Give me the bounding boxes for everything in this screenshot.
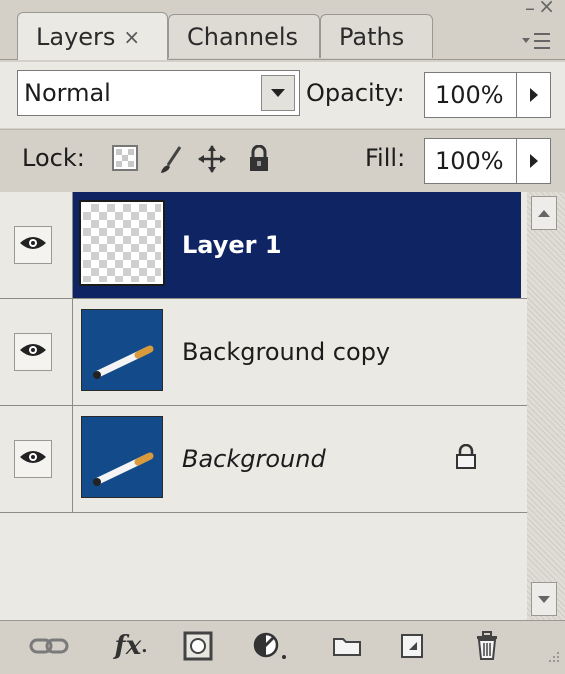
add-mask-icon[interactable] — [178, 629, 218, 663]
layer-name[interactable]: Layer 1 — [182, 192, 282, 298]
layer-content[interactable]: Layer 1 — [73, 192, 521, 298]
panel-tab-bar: Layers × Channels Paths – × — [0, 0, 565, 62]
opacity-label: Opacity: — [306, 79, 405, 107]
cigarette-thumbnail-icon — [93, 452, 154, 486]
opacity-stepper-button[interactable] — [517, 72, 551, 118]
tab-layers[interactable]: Layers × — [17, 12, 168, 60]
lock-label: Lock: — [22, 144, 85, 172]
scroll-up-button[interactable] — [531, 196, 557, 230]
opacity-field[interactable]: 100% — [424, 72, 517, 118]
layer-content[interactable]: Background — [73, 406, 521, 512]
minimize-icon[interactable]: – — [525, 0, 535, 20]
opacity-value: 100% — [435, 81, 504, 109]
layer-row-layer-1[interactable]: Layer 1 — [0, 192, 527, 299]
cigarette-thumbnail-icon — [93, 345, 154, 379]
lock-image-pixels-icon[interactable] — [158, 145, 184, 179]
visibility-cell[interactable] — [0, 406, 73, 512]
layer-thumbnail — [81, 416, 163, 498]
scroll-down-button[interactable] — [531, 582, 557, 616]
eye-icon — [19, 341, 47, 363]
chevron-down-icon[interactable] — [261, 75, 295, 111]
blend-mode-value: Normal — [24, 79, 111, 107]
panel-menu-icon[interactable] — [517, 30, 557, 54]
layer-lock-icon — [455, 443, 477, 474]
lock-transparent-pixels-icon[interactable] — [112, 145, 138, 175]
tab-paths-label: Paths — [339, 22, 405, 51]
visibility-toggle[interactable] — [14, 226, 52, 264]
visibility-toggle[interactable] — [14, 333, 52, 371]
fill-value: 100% — [435, 147, 504, 175]
layers-toolbar: fx. — [0, 620, 565, 674]
lock-row: Lock: Fill: 100% — [0, 129, 565, 193]
tab-close-icon[interactable]: × — [123, 25, 140, 49]
fill-stepper-button[interactable] — [517, 138, 551, 184]
resize-grip-icon[interactable] — [545, 650, 561, 670]
layer-thumbnail — [81, 309, 163, 391]
eye-icon — [19, 234, 47, 256]
layer-content[interactable]: Background copy — [73, 299, 521, 405]
close-panel-icon[interactable]: × — [538, 0, 555, 18]
new-group-icon[interactable] — [328, 629, 366, 663]
fx-label: fx — [114, 631, 142, 661]
layer-row-background[interactable]: Background — [0, 406, 527, 513]
trash-icon[interactable] — [470, 629, 504, 663]
visibility-cell[interactable] — [0, 299, 73, 405]
layer-row-background-copy[interactable]: Background copy — [0, 299, 527, 406]
visibility-cell[interactable] — [0, 192, 73, 298]
tab-paths[interactable]: Paths — [320, 14, 433, 58]
layers-scrollbar[interactable] — [527, 192, 565, 620]
lock-all-icon[interactable] — [248, 144, 270, 177]
tab-layers-label: Layers — [36, 22, 116, 51]
fx-icon[interactable]: fx. — [104, 629, 158, 663]
fill-field[interactable]: 100% — [424, 138, 517, 184]
new-layer-icon[interactable] — [394, 629, 430, 663]
blend-mode-select[interactable]: Normal — [17, 70, 300, 116]
layer-name[interactable]: Background — [182, 406, 326, 512]
link-layers-icon[interactable] — [26, 629, 72, 663]
fill-label: Fill: — [365, 144, 406, 172]
blend-row: Normal Opacity: 100% — [0, 62, 565, 128]
layer-thumbnail — [79, 200, 165, 286]
visibility-toggle[interactable] — [14, 440, 52, 478]
layers-panel: Layers × Channels Paths – × Normal Opaci… — [0, 0, 565, 674]
layer-name[interactable]: Background copy — [182, 299, 390, 405]
adjustment-layer-icon[interactable] — [248, 629, 300, 663]
tab-channels[interactable]: Channels — [168, 14, 320, 58]
lock-position-icon[interactable] — [198, 145, 226, 177]
tab-channels-label: Channels — [187, 22, 299, 51]
layers-list: Layer 1 Background copy Background — [0, 192, 527, 620]
eye-icon — [19, 448, 47, 470]
